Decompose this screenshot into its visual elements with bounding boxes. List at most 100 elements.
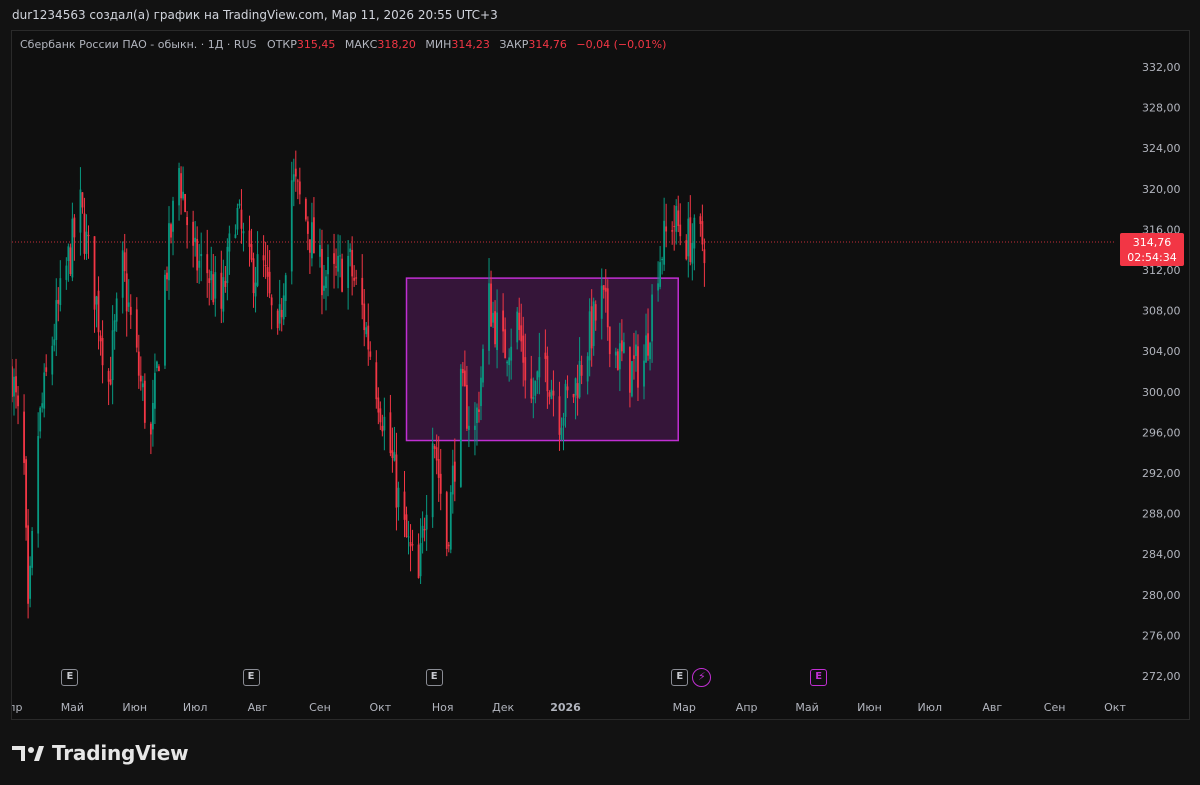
candle-body: [600, 285, 603, 319]
candle-body: [248, 230, 251, 247]
candle-body: [282, 295, 285, 320]
earnings-event-icon[interactable]: E: [242, 669, 260, 686]
candle-body: [397, 487, 400, 508]
candle-body: [85, 231, 88, 254]
candle-body: [79, 189, 82, 233]
candle-body: [602, 285, 605, 290]
candle-body: [407, 536, 410, 538]
candle-body: [234, 234, 237, 238]
candle-body: [675, 205, 678, 232]
candle-body: [222, 277, 225, 312]
dividend-event-icon[interactable]: E: [810, 669, 828, 686]
earnings-event-icon[interactable]: E: [425, 669, 443, 686]
candle-body: [37, 436, 40, 534]
candle-body: [689, 217, 692, 262]
candle-body: [57, 299, 60, 304]
candle-body: [172, 200, 174, 232]
price-tick-label: 276,00: [1142, 629, 1181, 642]
candle-body: [665, 226, 668, 232]
time-tick-label: Авг: [248, 701, 268, 714]
price-tick-label: 288,00: [1142, 508, 1181, 521]
candle-body: [242, 231, 245, 234]
candle-body: [403, 491, 406, 520]
candle-body: [280, 309, 283, 318]
candle-body: [296, 180, 299, 182]
candle-body: [566, 386, 569, 391]
candle-body: [321, 248, 323, 296]
candle-body: [637, 346, 639, 388]
candle-body: [645, 335, 647, 363]
price-tick-label: 320,00: [1142, 183, 1181, 196]
candle-body: [109, 379, 112, 385]
time-tick-label: Ноя: [432, 701, 454, 714]
candle-body: [292, 174, 295, 182]
candle-body: [125, 273, 128, 312]
legend-high-value: 318,20: [377, 38, 416, 51]
time-tick-label: Мар: [673, 701, 696, 714]
candle-body: [435, 447, 438, 461]
time-tick-label: Окт: [1104, 701, 1126, 714]
candle-body: [59, 278, 62, 306]
candle-body: [419, 543, 422, 577]
candle-body: [71, 218, 74, 278]
tradingview-logo-icon: [12, 746, 44, 761]
candle-body: [184, 194, 186, 213]
candle-body: [327, 257, 329, 275]
candle-body: [212, 274, 215, 303]
chart-attribution: dur1234563 создал(а) график на TradingVi…: [12, 8, 498, 22]
candle-body: [691, 242, 694, 264]
candle-body: [635, 344, 637, 357]
candle-body: [431, 443, 434, 518]
candle-body: [111, 330, 114, 381]
candle-body: [480, 377, 482, 407]
candle-body: [673, 226, 676, 228]
candle-body: [608, 326, 611, 355]
candle-body: [375, 362, 378, 400]
candle-body: [224, 280, 227, 287]
candle-body: [127, 302, 130, 307]
bar-countdown: 02:54:34: [1127, 251, 1177, 264]
price-tick-label: 332,00: [1142, 61, 1181, 74]
candle-body: [194, 237, 197, 243]
candle-body: [341, 258, 343, 292]
candle-body: [677, 210, 680, 226]
candle-body: [236, 208, 239, 230]
candle-body: [304, 199, 307, 220]
chart-frame[interactable]: 272,00 276,00 280,00 284,00 288,00 292,00 296,…: [11, 30, 1190, 720]
candle-body: [25, 459, 27, 528]
candle-body: [482, 348, 484, 383]
candle-body: [530, 378, 533, 399]
candle-body: [588, 311, 591, 361]
candle-body: [616, 351, 619, 371]
candle-body: [699, 216, 702, 225]
price-tick-label: 292,00: [1142, 467, 1181, 480]
candle-body: [478, 409, 480, 412]
candle-body: [552, 390, 555, 396]
candle-body: [73, 217, 76, 238]
candle-body: [393, 452, 396, 461]
candle-body: [107, 370, 110, 382]
last-price-value: 314,76: [1132, 236, 1172, 249]
earnings-event-icon[interactable]: E: [61, 669, 79, 686]
candle-body: [290, 180, 293, 272]
candle-body: [576, 383, 579, 399]
candle-body: [379, 408, 382, 423]
candle-body: [308, 239, 311, 253]
candle-body: [23, 411, 25, 463]
candle-body: [560, 427, 563, 440]
candle-body: [113, 320, 116, 332]
candle-body: [488, 283, 490, 351]
candle-body: [27, 525, 30, 604]
candle-body: [262, 255, 265, 261]
candle-body: [439, 473, 442, 494]
candle-body: [463, 370, 466, 387]
candle-body: [276, 310, 279, 329]
time-tick-label: апр: [12, 701, 22, 714]
price-tick-label: 272,00: [1142, 670, 1181, 683]
candle-body: [629, 347, 631, 393]
candle-body: [206, 254, 209, 274]
candle-body: [129, 306, 132, 315]
candlestick-chart[interactable]: 272,00 276,00 280,00 284,00 288,00 292,00 296,…: [12, 31, 1189, 719]
candle-body: [278, 304, 281, 324]
earnings-event-icon[interactable]: E: [671, 669, 689, 686]
